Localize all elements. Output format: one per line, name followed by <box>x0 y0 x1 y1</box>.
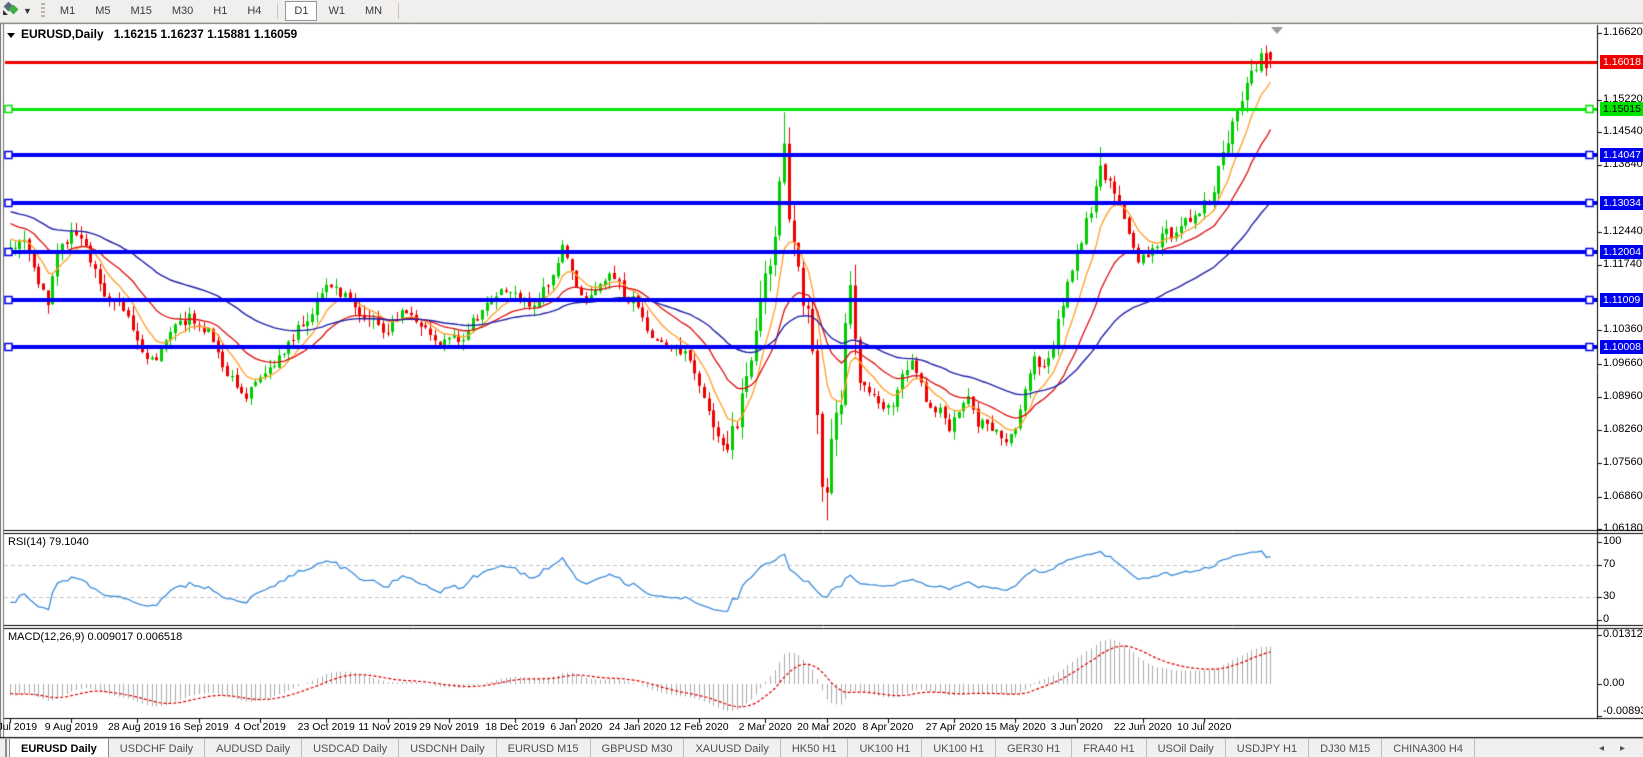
rsi-axis-label: 30 <box>1603 590 1615 602</box>
tab-scroll-right-icon[interactable]: ▸ <box>1612 743 1633 754</box>
chart-title-symbol: EURUSD,Daily <box>21 27 104 41</box>
price-axis-label: 1.08260 <box>1603 423 1643 435</box>
bottom-tab-gbpusd-m30[interactable]: GBPUSD M30 <box>591 739 685 757</box>
tabs-holder: EURUSD DailyUSDCHF DailyAUDUSD DailyUSDC… <box>9 739 1475 757</box>
chart-canvas[interactable] <box>0 0 1643 757</box>
price-badge: 1.11009 <box>1600 293 1643 307</box>
price-badge: 1.12004 <box>1600 245 1643 259</box>
timeframe-button-w1[interactable]: W1 <box>319 1 354 21</box>
price-axis-label: 1.09660 <box>1603 357 1643 369</box>
timeframe-button-h1[interactable]: H1 <box>204 1 236 21</box>
bottom-tab-xauusd-daily[interactable]: XAUUSD Daily <box>684 739 780 757</box>
price-axis-label: 1.11740 <box>1603 258 1642 270</box>
bottom-tab-usdjpy-h1[interactable]: USDJPY H1 <box>1226 739 1309 757</box>
rsi-axis-label: 0 <box>1603 613 1609 625</box>
timeframe-button-m30[interactable]: M30 <box>163 1 202 21</box>
timeframe-button-m1[interactable]: M1 <box>51 1 84 21</box>
bottom-tab-fra40-h1[interactable]: FRA40 H1 <box>1072 739 1146 757</box>
chart-style-icon <box>2 2 20 21</box>
timeframe-button-m5[interactable]: M5 <box>86 1 119 21</box>
price-axis-label: 1.16620 <box>1603 26 1643 38</box>
timeframe-button-h4[interactable]: H4 <box>238 1 270 21</box>
bottom-tab-usdcad-daily[interactable]: USDCAD Daily <box>302 739 399 757</box>
toolbar-grip <box>41 3 45 19</box>
rsi-axis-label: 70 <box>1603 558 1615 570</box>
chart-menu-arrow-icon <box>7 33 15 38</box>
tab-scroll-left-icon[interactable]: ◂ <box>1591 743 1612 754</box>
bottom-tab-ger30-h1[interactable]: GER30 H1 <box>996 739 1072 757</box>
price-axis-label: 1.10360 <box>1603 323 1643 335</box>
bottom-tab-usdchf-daily[interactable]: USDCHF Daily <box>109 739 205 757</box>
price-axis-label: 1.07560 <box>1603 456 1643 468</box>
top-toolbar: ▼ M1M5M15M30H1H4 D1W1MN <box>0 0 1643 23</box>
bottom-tab-eurusd-m15[interactable]: EURUSD M15 <box>497 739 591 757</box>
bottom-tab-usoil-daily[interactable]: USOil Daily <box>1147 739 1226 757</box>
tab-bar: EURUSD DailyUSDCHF DailyAUDUSD DailyUSDC… <box>0 738 1643 757</box>
bottom-tab-dj30-m15[interactable]: DJ30 M15 <box>1309 739 1382 757</box>
chart-title-ohlc: 1.16215 1.16237 1.15881 1.16059 <box>114 27 298 41</box>
macd-axis-label: -0.008933 <box>1603 705 1643 717</box>
price-badge: 1.14047 <box>1600 148 1643 162</box>
price-badge: 1.16018 <box>1600 55 1643 69</box>
toolbar-separator <box>398 3 399 19</box>
caret-down-icon: ▼ <box>23 6 32 16</box>
bottom-tab-hk50-h1[interactable]: HK50 H1 <box>781 739 849 757</box>
price-axis-label: 1.14540 <box>1603 125 1643 137</box>
window-edge <box>0 739 7 757</box>
macd-axis-label: 0.00 <box>1603 677 1624 689</box>
rsi-axis-label: 100 <box>1603 535 1621 547</box>
chart-title: EURUSD,Daily 1.16215 1.16237 1.15881 1.1… <box>5 27 297 41</box>
macd-label: MACD(12,26,9) 0.009017 0.006518 <box>8 631 182 643</box>
price-badge: 1.13034 <box>1600 196 1643 210</box>
date-axis-label: 10 Jul 2020 <box>1159 721 1249 733</box>
timeframe-group: M1M5M15M30H1H4 D1W1MN <box>50 1 392 21</box>
toolbar-separator <box>277 3 278 19</box>
bottom-tab-uk100-h1[interactable]: UK100 H1 <box>922 739 996 757</box>
price-badge: 1.10008 <box>1600 340 1643 354</box>
price-axis-label: 1.06180 <box>1603 522 1643 534</box>
chart-style-button[interactable]: ▼ <box>0 2 36 21</box>
application: ▼ M1M5M15M30H1H4 D1W1MN EURUSD,Daily 1.16… <box>0 0 1643 757</box>
tab-scrollers: ◂ ▸ <box>1591 739 1643 757</box>
bottom-tab-china300-h4[interactable]: CHINA300 H4 <box>1382 739 1475 757</box>
price-axis-label: 1.08960 <box>1603 390 1643 402</box>
rsi-label: RSI(14) 79.1040 <box>8 536 89 548</box>
timeframe-button-m15[interactable]: M15 <box>121 1 160 21</box>
bottom-tab-eurusd-daily[interactable]: EURUSD Daily <box>9 739 109 757</box>
timeframe-button-mn[interactable]: MN <box>356 1 391 21</box>
bottom-tab-uk100-h1[interactable]: UK100 H1 <box>848 739 922 757</box>
bottom-tab-audusd-daily[interactable]: AUDUSD Daily <box>205 739 302 757</box>
price-badge: 1.15015 <box>1600 102 1643 116</box>
price-axis-label: 1.12440 <box>1603 225 1643 237</box>
bottom-tab-usdcnh-daily[interactable]: USDCNH Daily <box>399 739 497 757</box>
timeframe-button-d1[interactable]: D1 <box>285 1 317 21</box>
macd-axis-label: 0.013121 <box>1603 628 1643 640</box>
price-axis-label: 1.06860 <box>1603 490 1643 502</box>
